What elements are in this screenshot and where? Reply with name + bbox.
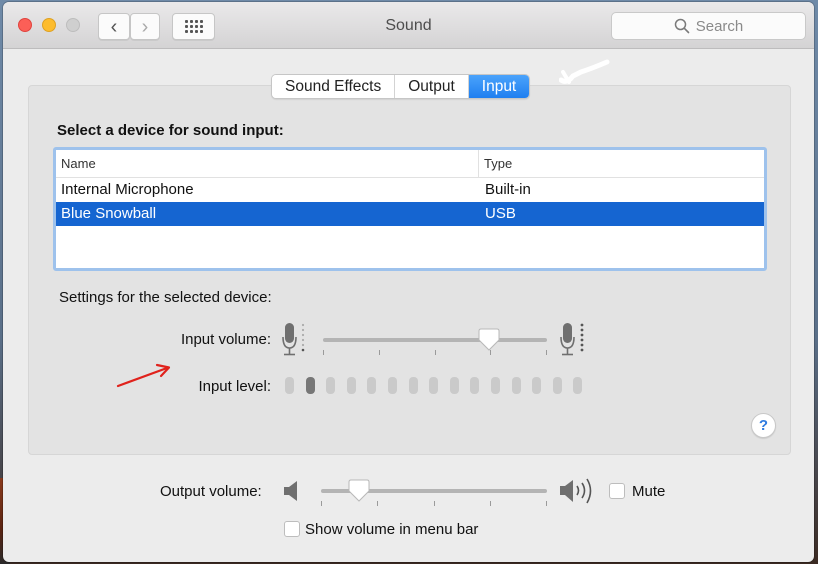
search-placeholder: Search	[695, 17, 744, 35]
input-level-segment	[388, 377, 397, 394]
input-volume-slider[interactable]	[323, 326, 547, 356]
slider-tick	[434, 501, 435, 506]
input-level-segment	[347, 377, 356, 394]
input-level-segment	[306, 377, 315, 394]
show-volume-label: Show volume in menu bar	[305, 521, 479, 538]
slider-track	[323, 338, 547, 342]
red-arrow-annotation	[116, 363, 171, 388]
slider-tick	[435, 350, 436, 355]
input-level-segment	[429, 377, 438, 394]
settings-section-title: Settings for the selected device:	[59, 289, 272, 306]
microphone-high-icon	[560, 323, 584, 356]
table-row-selected[interactable]: Blue Snowball USB	[56, 202, 764, 226]
output-volume-slider[interactable]	[321, 477, 547, 507]
input-level-segment	[285, 377, 294, 394]
slider-thumb[interactable]	[348, 479, 370, 503]
table-row[interactable]: Internal Microphone Built-in	[56, 178, 764, 202]
device-section-title: Select a device for sound input:	[57, 122, 284, 139]
show-volume-checkbox[interactable]	[284, 521, 300, 537]
slider-tick	[323, 350, 324, 355]
table-header: Name Type	[56, 150, 764, 178]
slider-tick	[377, 501, 378, 506]
input-level-segment	[326, 377, 335, 394]
slider-tick	[321, 501, 322, 506]
input-level-segment	[573, 377, 582, 394]
mute-label: Mute	[632, 483, 666, 500]
help-button[interactable]: ?	[751, 413, 776, 438]
device-type: USB	[485, 205, 516, 222]
input-device-table[interactable]: Name Type Internal Microphone Built-in B…	[53, 147, 767, 271]
tab-input[interactable]: Input	[468, 75, 530, 98]
tab-bar: Sound Effects Output Input	[271, 74, 531, 99]
search-icon	[674, 18, 690, 34]
input-pane: Select a device for sound input: Name Ty…	[28, 85, 791, 455]
input-level-segment	[491, 377, 500, 394]
input-level-segment	[409, 377, 418, 394]
tab-sound-effects[interactable]: Sound Effects	[272, 75, 396, 98]
column-header-name[interactable]: Name	[56, 150, 479, 177]
input-level-segment	[553, 377, 562, 394]
input-level-segment	[532, 377, 541, 394]
column-header-type[interactable]: Type	[479, 150, 764, 177]
microphone-low-icon	[282, 323, 305, 356]
white-scribble-annotation	[559, 59, 610, 84]
input-level-meter	[285, 377, 595, 397]
input-volume-label: Input volume:	[180, 331, 271, 348]
device-type: Built-in	[485, 181, 531, 198]
speaker-high-icon	[560, 478, 592, 504]
input-level-segment	[512, 377, 521, 394]
sound-preferences-window: ‹ › Sound Search Sound Effects Output In…	[3, 2, 814, 562]
title-bar: ‹ › Sound Search	[3, 2, 814, 49]
output-volume-label: Output volume:	[160, 483, 262, 500]
slider-thumb[interactable]	[478, 328, 500, 352]
input-level-segment	[367, 377, 376, 394]
input-level-segment	[450, 377, 459, 394]
slider-tick	[490, 501, 491, 506]
speaker-low-icon	[284, 481, 297, 501]
slider-tick	[379, 350, 380, 355]
input-level-segment	[470, 377, 479, 394]
tab-output[interactable]: Output	[395, 75, 469, 98]
slider-tick	[546, 350, 547, 355]
search-field[interactable]: Search	[611, 12, 806, 40]
device-name: Blue Snowball	[61, 205, 157, 222]
slider-tick	[546, 501, 547, 506]
mute-checkbox[interactable]	[609, 483, 625, 499]
device-name: Internal Microphone	[61, 181, 194, 198]
